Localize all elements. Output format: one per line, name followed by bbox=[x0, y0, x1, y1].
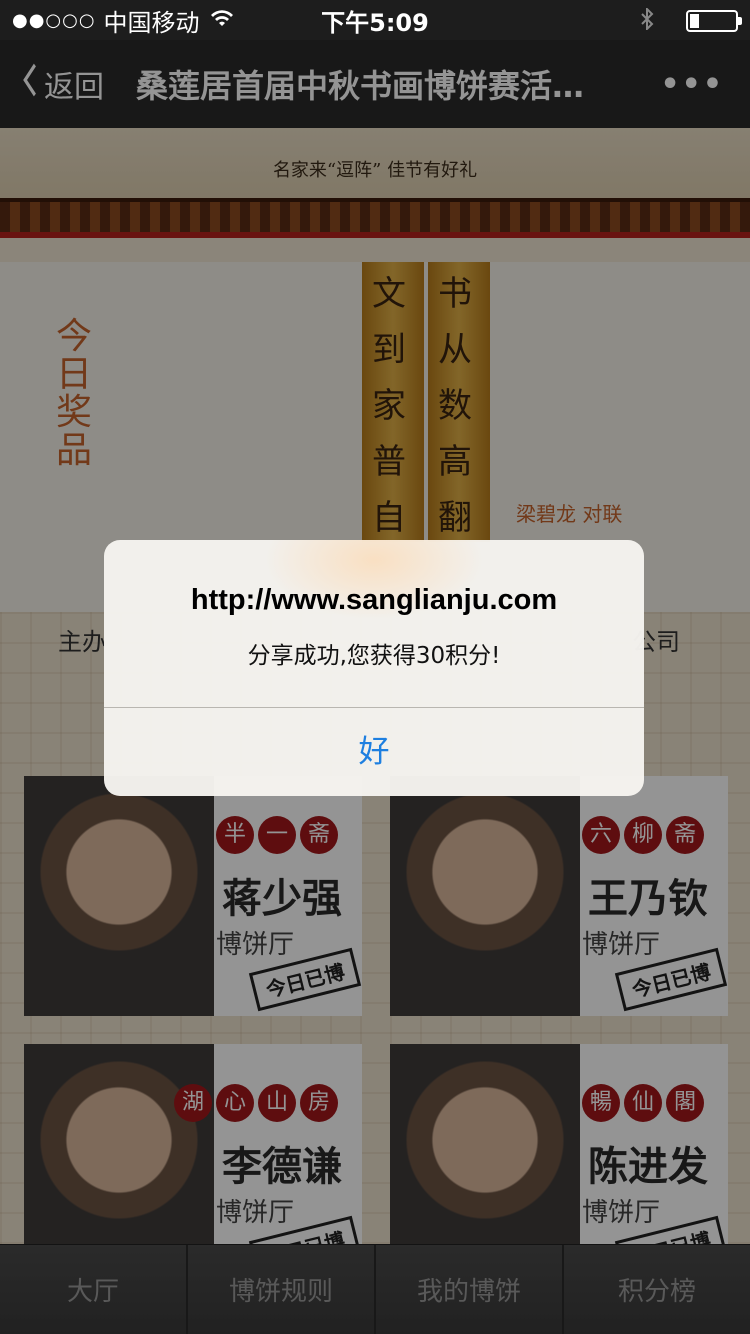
alert-message: 分享成功,您获得30积分! bbox=[247, 643, 501, 669]
battery-level bbox=[690, 14, 699, 28]
status-time: 下午5:09 bbox=[321, 8, 429, 37]
alert-dialog: http://www.sanglianju.com 分享成功,您获得30积分! … bbox=[104, 540, 644, 796]
alert-ok-button[interactable]: 好 bbox=[104, 708, 644, 796]
bluetooth-icon bbox=[640, 6, 654, 35]
battery-icon bbox=[686, 10, 742, 32]
status-bar: ●●○○○ 中国移动 下午5:09 bbox=[0, 0, 750, 40]
alert-title: http://www.sanglianju.com bbox=[190, 584, 558, 616]
